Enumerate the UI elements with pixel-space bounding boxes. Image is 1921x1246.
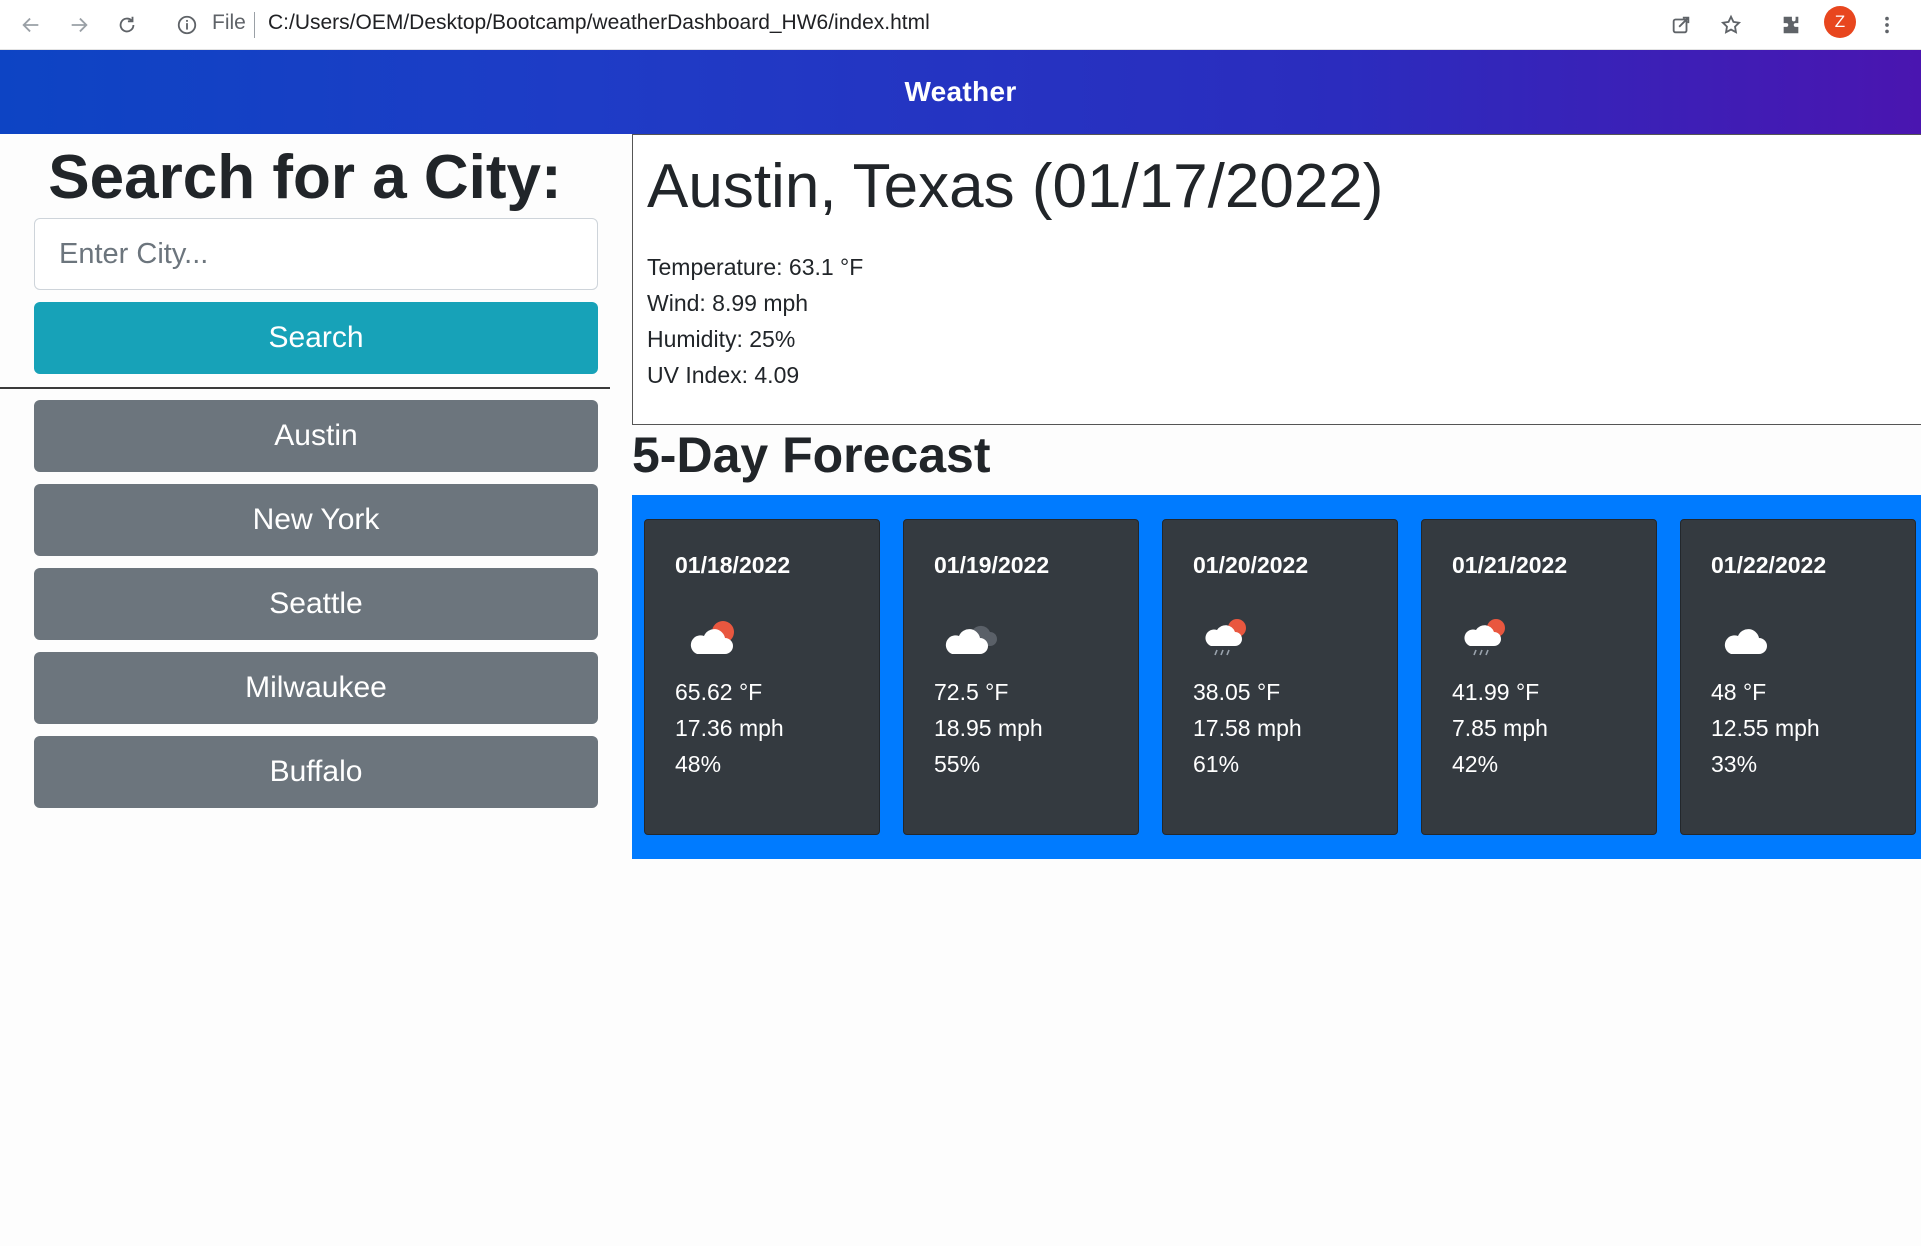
forecast-wind: 7.85 mph bbox=[1452, 715, 1548, 741]
forward-button[interactable] bbox=[62, 8, 96, 42]
current-temperature: Temperature: 63.1 °F bbox=[647, 254, 864, 280]
cloud-icon bbox=[1724, 629, 1767, 654]
forecast-day-card: 01/21/2022 41.99 °F 7.85 mph 42% bbox=[1421, 519, 1657, 835]
forecast-humidity: 55% bbox=[934, 751, 981, 777]
forecast-humidity: 48% bbox=[675, 751, 722, 777]
extensions-puzzle-icon[interactable] bbox=[1774, 8, 1808, 42]
profile-avatar[interactable]: Z bbox=[1824, 6, 1856, 38]
current-humidity: Humidity: 25% bbox=[647, 326, 796, 352]
back-button[interactable] bbox=[14, 8, 48, 42]
forecast-date: 01/18/2022 bbox=[675, 552, 791, 578]
forecast-wind: 17.36 mph bbox=[675, 715, 784, 741]
forecast-wind: 18.95 mph bbox=[934, 715, 1043, 741]
forecast-temp: 65.62 °F bbox=[675, 679, 763, 705]
url-divider bbox=[254, 12, 255, 38]
forecast-humidity: 42% bbox=[1452, 751, 1499, 777]
forecast-temp: 48 °F bbox=[1711, 679, 1767, 705]
search-heading: Search for a City: bbox=[48, 143, 562, 212]
forecast-stats: 41.99 °F 7.85 mph 42% bbox=[1452, 674, 1548, 782]
forecast-stats: 65.62 °F 17.36 mph 48% bbox=[675, 674, 784, 782]
forecast-temp: 72.5 °F bbox=[934, 679, 1009, 705]
bookmark-star-icon[interactable] bbox=[1714, 8, 1748, 42]
city-search-input[interactable] bbox=[34, 218, 598, 290]
reload-icon bbox=[119, 16, 135, 33]
browser-toolbar: File C:/Users/OEM/Desktop/Bootcamp/weath… bbox=[0, 0, 1921, 50]
forward-arrow-icon bbox=[71, 17, 88, 33]
back-arrow-icon bbox=[22, 17, 39, 33]
app-header: Weather bbox=[0, 50, 1921, 134]
forecast-stats: 38.05 °F 17.58 mph 61% bbox=[1193, 674, 1302, 782]
current-weather-stats: Temperature: 63.1 °F Wind: 8.99 mph Humi… bbox=[647, 249, 863, 393]
history-city-button[interactable]: Austin bbox=[34, 400, 598, 472]
forecast-day-card: 01/20/2022 38.05 °F 17.58 mph 61% bbox=[1162, 519, 1398, 835]
forecast-temp: 38.05 °F bbox=[1193, 679, 1281, 705]
address-bar[interactable]: C:/Users/OEM/Desktop/Bootcamp/weatherDas… bbox=[268, 11, 930, 35]
app-title: Weather bbox=[904, 76, 1017, 107]
kebab-menu-icon[interactable] bbox=[1870, 8, 1904, 42]
url-scheme-label: File bbox=[212, 11, 246, 34]
forecast-heading: 5-Day Forecast bbox=[632, 427, 991, 483]
forecast-wind: 17.58 mph bbox=[1193, 715, 1302, 741]
forecast-date: 01/20/2022 bbox=[1193, 552, 1309, 578]
forecast-day-card: 01/18/2022 65.62 °F 17.36 mph 48% bbox=[644, 519, 880, 835]
divider bbox=[0, 387, 610, 389]
site-info-icon[interactable] bbox=[174, 12, 200, 38]
history-city-button[interactable]: Milwaukee bbox=[34, 652, 598, 724]
current-uv-index: UV Index: 4.09 bbox=[647, 362, 800, 388]
rain-sun-icon bbox=[1205, 619, 1246, 656]
history-city-button[interactable]: Buffalo bbox=[34, 736, 598, 808]
forecast-stats: 72.5 °F 18.95 mph 55% bbox=[934, 674, 1043, 782]
forecast-stats: 48 °F 12.55 mph 33% bbox=[1711, 674, 1820, 782]
forecast-day-card: 01/22/2022 48 °F 12.55 mph 33% bbox=[1680, 519, 1916, 835]
partly-cloudy-icon bbox=[690, 621, 734, 654]
cloudy-icon bbox=[945, 625, 997, 654]
forecast-humidity: 33% bbox=[1711, 751, 1758, 777]
rain-sun-icon bbox=[1464, 619, 1505, 656]
current-weather-card: Austin, Texas (01/17/2022) Temperature: … bbox=[632, 134, 1921, 425]
forecast-date: 01/22/2022 bbox=[1711, 552, 1827, 578]
search-button[interactable]: Search bbox=[34, 302, 598, 374]
reload-button[interactable] bbox=[110, 8, 144, 42]
forecast-wind: 12.55 mph bbox=[1711, 715, 1820, 741]
share-icon[interactable] bbox=[1664, 8, 1698, 42]
forecast-humidity: 61% bbox=[1193, 751, 1240, 777]
forecast-date: 01/19/2022 bbox=[934, 552, 1050, 578]
forecast-day-card: 01/19/2022 72.5 °F 18.95 mph 55% bbox=[903, 519, 1139, 835]
search-history-list: Austin New York Seattle Milwaukee Buffal… bbox=[34, 400, 598, 820]
forecast-date: 01/21/2022 bbox=[1452, 552, 1568, 578]
forecast-temp: 41.99 °F bbox=[1452, 679, 1540, 705]
forecast-container: 01/18/2022 65.62 °F 17.36 mph 48% 01/19/… bbox=[632, 495, 1921, 859]
history-city-button[interactable]: New York bbox=[34, 484, 598, 556]
current-city-title: Austin, Texas (01/17/2022) bbox=[647, 152, 1384, 221]
history-city-button[interactable]: Seattle bbox=[34, 568, 598, 640]
search-panel: Search for a City: Search Austin New Yor… bbox=[0, 134, 610, 1246]
current-wind: Wind: 8.99 mph bbox=[647, 290, 809, 316]
